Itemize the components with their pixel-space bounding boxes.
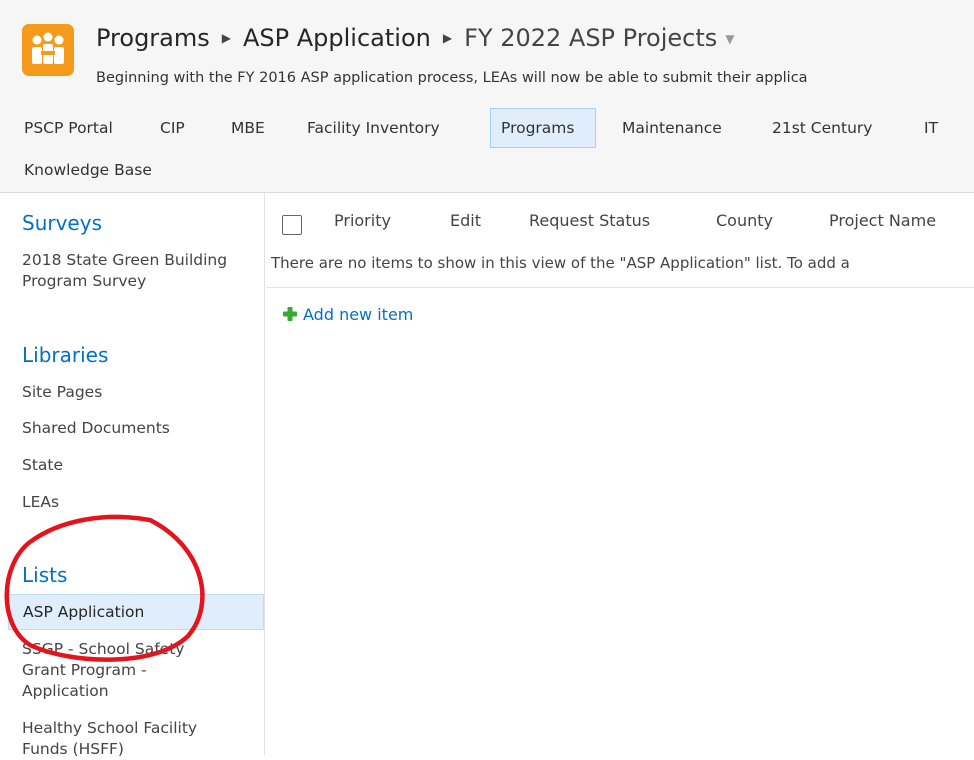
leftnav-item-green-building-survey[interactable]: 2018 State Green Building Program Survey [22,250,252,292]
nav-item-mbe[interactable]: MBE [221,108,275,148]
nav-item-knowledge-base[interactable]: Knowledge Base [14,150,162,190]
add-new-item-label: Add new item [303,305,414,324]
leftnav-item-hsff[interactable]: Healthy School Facility Funds (HSFF) [22,718,242,760]
breadcrumb-asp-application-link[interactable]: ASP Application [243,24,431,52]
column-edit[interactable]: Edit [450,211,481,230]
nav-item-it[interactable]: IT [914,108,948,148]
column-priority[interactable]: Priority [334,211,391,230]
leftnav-item-asp-application[interactable]: ASP Application [8,594,264,630]
add-new-item-link[interactable]: Add new item [282,304,413,324]
column-project-name[interactable]: Project Name [829,211,936,230]
nav-item-facility-inventory[interactable]: Facility Inventory [297,108,450,148]
list-header: Priority Edit Request Status County Proj… [264,193,974,249]
column-county[interactable]: County [716,211,773,230]
triangle-right-icon: ▶ [442,31,453,45]
leftnav-item-leas[interactable]: LEAs [22,492,262,513]
left-navigation: Surveys 2018 State Green Building Progra… [0,193,265,758]
nav-item-maintenance[interactable]: Maintenance [612,108,732,148]
column-request-status[interactable]: Request Status [529,211,650,230]
leftnav-item-state[interactable]: State [22,455,262,476]
libraries-heading[interactable]: Libraries [22,343,108,367]
leftnav-item-site-pages[interactable]: Site Pages [22,382,262,403]
page-header: Programs ▶ ASP Application ▶ FY 2022 ASP Pro… [0,0,974,104]
empty-list-message: There are no items to show in this view … [271,254,850,272]
select-all-checkbox[interactable] [282,215,302,235]
top-navigation: PSCP Portal CIP MBE Facility Inventory P… [0,104,974,193]
nav-item-cip[interactable]: CIP [150,108,195,148]
leftnav-item-ssgp-application[interactable]: SSGP - School Safety Grant Program - App… [22,639,222,702]
leftnav-item-shared-documents[interactable]: Shared Documents [22,418,262,439]
breadcrumb-programs-link[interactable]: Programs [96,24,210,52]
page-description: Beginning with the FY 2016 ASP applicati… [96,70,808,86]
nav-item-programs[interactable]: Programs [490,108,596,148]
divider [266,287,974,288]
nav-item-21st-century[interactable]: 21st Century [762,108,882,148]
caret-down-icon[interactable]: ▼ [725,32,734,46]
lists-heading[interactable]: Lists [22,563,67,587]
green-plus-icon [282,306,298,322]
triangle-right-icon: ▶ [221,31,231,45]
surveys-heading[interactable]: Surveys [22,211,102,235]
page-title: FY 2022 ASP Projects [464,24,718,52]
breadcrumb: Programs ▶ ASP Application ▶ FY 2022 ASP Pro… [96,24,735,52]
people-icon[interactable] [22,24,74,76]
nav-item-pscp-portal[interactable]: PSCP Portal [14,108,123,148]
